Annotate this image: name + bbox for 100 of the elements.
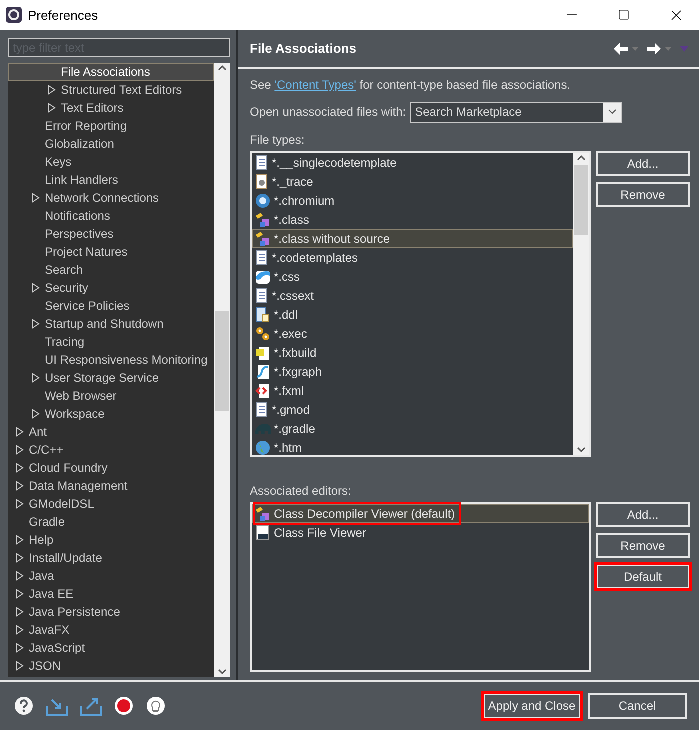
record-icon[interactable] [114, 696, 134, 716]
scroll-down-icon[interactable] [576, 447, 586, 453]
tree-item[interactable]: Service Policies [8, 297, 214, 315]
file-type-item[interactable]: *.fxgraph [252, 362, 573, 381]
back-arrow-icon[interactable] [614, 42, 628, 54]
lightbulb-icon[interactable] [146, 696, 166, 716]
file-type-item[interactable]: *.fxbuild [252, 343, 573, 362]
binary-document-icon [255, 524, 271, 540]
file-type-item[interactable]: *.class [252, 210, 573, 229]
elephant-icon [255, 423, 271, 434]
document-icon [255, 250, 269, 266]
file-type-item[interactable]: *.exec [252, 324, 573, 343]
tree-item[interactable]: Perspectives [8, 225, 214, 243]
forward-arrow-icon[interactable] [647, 42, 661, 54]
editor-button[interactable]: Remove [596, 533, 690, 558]
file-type-item[interactable]: *.ddl [252, 305, 573, 324]
dialog-button[interactable]: Cancel [588, 693, 687, 719]
tree-item[interactable]: Security [8, 279, 214, 297]
export-icon[interactable] [80, 696, 102, 716]
tree-item[interactable]: C/C++ [8, 441, 214, 459]
tree-item[interactable]: Error Reporting [8, 117, 214, 135]
window-title: Preferences [28, 8, 100, 22]
file-type-item[interactable]: *.fxml [252, 381, 573, 400]
editor-dropdown[interactable]: Search Marketplace [410, 102, 622, 122]
tree-item[interactable]: Tracing [8, 333, 214, 351]
section-label: File types: [250, 132, 306, 149]
document-icon [255, 288, 269, 304]
tree-item[interactable]: Ant [8, 423, 214, 441]
tree-item[interactable]: Gradle [8, 513, 214, 531]
file-type-item[interactable]: *.gradle [252, 419, 573, 438]
wave-icon [255, 268, 271, 284]
file-type-button[interactable]: Remove [596, 182, 690, 207]
scrollbar-thumb[interactable] [574, 165, 588, 235]
editor-item[interactable]: Class File Viewer [252, 523, 589, 542]
file-type-item[interactable]: *.htm [252, 438, 573, 457]
tree-item[interactable]: Cloud Foundry [8, 459, 214, 477]
page-title: File Associations [250, 41, 358, 56]
document-icon [255, 402, 269, 418]
file-type-item[interactable]: *.css [252, 267, 573, 286]
scroll-up-icon[interactable] [218, 65, 226, 71]
editor-button[interactable]: Add... [596, 502, 690, 527]
document-icon [255, 174, 269, 190]
editor-item[interactable]: Class Decompiler Viewer (default) [252, 504, 589, 523]
editor-button[interactable]: Default [596, 564, 690, 589]
field-label: Open unassociated files with: [250, 105, 406, 119]
tree-item[interactable]: Link Handlers [8, 171, 214, 189]
tree-item[interactable]: Startup and Shutdown [8, 315, 214, 333]
app-icon [6, 7, 22, 23]
tree-item[interactable]: Install/Update [8, 549, 214, 567]
globe-icon [255, 440, 271, 456]
curve-document-icon [255, 364, 271, 380]
maximize-icon[interactable] [618, 9, 630, 21]
file-type-item[interactable]: *.cssext [252, 286, 573, 305]
help-icon[interactable] [14, 696, 34, 716]
tree-item[interactable]: GModelDSL [8, 495, 214, 513]
tree-item[interactable]: Globalization [8, 135, 214, 153]
tree-item[interactable]: Web Browser [8, 387, 214, 405]
database-document-icon [255, 306, 271, 322]
document-icon [255, 154, 269, 170]
tree-item[interactable]: Workspace [8, 405, 214, 423]
scrollbar-thumb[interactable] [215, 311, 229, 411]
tree-item[interactable]: User Storage Service [8, 369, 214, 387]
scroll-up-icon[interactable] [576, 155, 586, 161]
scroll-down-icon[interactable] [218, 669, 226, 675]
tree-item[interactable]: Java Persistence [8, 603, 214, 621]
build-file-icon [255, 344, 271, 360]
file-type-item[interactable]: *.__singlecodetemplate [252, 153, 573, 172]
tree-item[interactable]: JavaScript [8, 639, 214, 657]
intro-text: See 'Content Types' for content-type based file associations. [250, 77, 572, 94]
file-type-item[interactable]: *._trace [252, 172, 573, 191]
tree-item[interactable]: UI Responsiveness Monitoring [8, 351, 214, 369]
gears-icon [255, 326, 271, 342]
tree-item[interactable]: JavaFX [8, 621, 214, 639]
tree-item[interactable]: Structured Text Editors [8, 81, 214, 99]
tree-item[interactable]: Keys [8, 153, 214, 171]
tree-item[interactable]: Project Natures [8, 243, 214, 261]
file-type-item[interactable]: *.chromium [252, 191, 573, 210]
tree-item[interactable]: Search [8, 261, 214, 279]
markup-document-icon [255, 382, 271, 398]
tree-item[interactable]: Help [8, 531, 214, 549]
file-type-button[interactable]: Add... [596, 151, 690, 176]
dialog-button[interactable]: Apply and Close [483, 693, 581, 719]
tree-item[interactable]: File Associations [8, 63, 214, 81]
tree-item[interactable]: Java [8, 567, 214, 585]
file-type-item[interactable]: *.codetemplates [252, 248, 573, 267]
section-label: Associated editors: [250, 483, 352, 500]
tree-item[interactable]: Java EE [8, 585, 214, 603]
class-icon [255, 506, 271, 522]
scrollbar[interactable] [214, 63, 230, 677]
tree-item[interactable]: Text Editors [8, 99, 214, 117]
class-icon [255, 212, 271, 228]
tree-item[interactable]: JSON [8, 657, 214, 675]
tree-item[interactable]: Network Connections [8, 189, 214, 207]
chevron-down-icon [608, 109, 617, 115]
scrollbar[interactable] [573, 153, 589, 455]
tree-item[interactable]: Notifications [8, 207, 214, 225]
file-type-item[interactable]: *.class without source [252, 229, 573, 248]
tree-item[interactable]: Data Management [8, 477, 214, 495]
file-type-item[interactable]: *.gmod [252, 400, 573, 419]
globe-icon [255, 192, 271, 208]
